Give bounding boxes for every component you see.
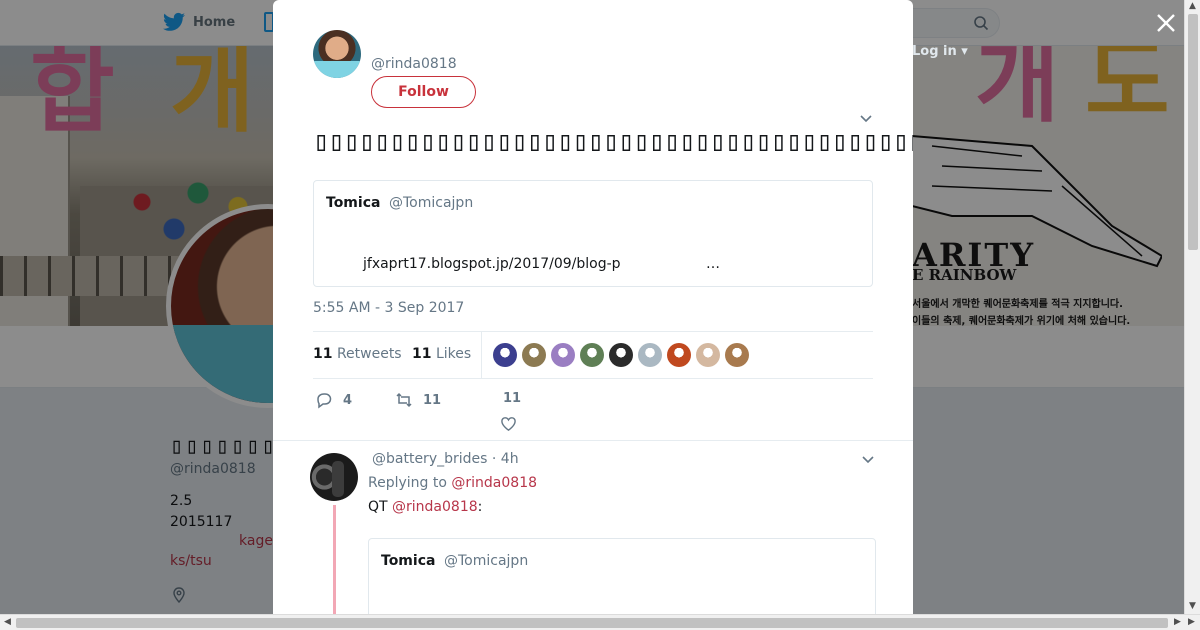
replying-to-label: Replying to (368, 475, 447, 491)
quoted-tweet[interactable]: Tomica @Tomicajpn jfxaprt17.blogspot.jp/… (313, 180, 873, 287)
reply-button[interactable]: 4 (315, 391, 352, 409)
quoted-tweet-ellipsis: … (706, 256, 720, 272)
horizontal-scroll-thumb[interactable] (16, 618, 1168, 628)
liker-avatar[interactable] (551, 343, 575, 367)
quoted-tweet-url[interactable]: jfxaprt17.blogspot.jp/2017/09/blog-p (363, 256, 621, 272)
liker-avatar[interactable] (725, 343, 749, 367)
tweet-timestamp[interactable]: 5:55 AM - 3 Sep 2017 (313, 300, 464, 316)
reply-time[interactable]: · 4h (492, 451, 519, 467)
scroll-left-arrow[interactable]: ◀ (4, 618, 11, 627)
chevron-down-icon[interactable] (861, 455, 875, 465)
scroll-right-arrow[interactable]: ▶ (1174, 618, 1181, 627)
tweet-author-handle[interactable]: @rinda0818 (371, 56, 457, 72)
retweets-label: Retweets (336, 346, 402, 362)
vertical-scrollbar[interactable]: ▲ ▼ (1184, 0, 1200, 614)
retweets-stat[interactable]: 11 Retweets (313, 346, 402, 362)
reply-author-handle[interactable]: @battery_brides (372, 451, 487, 467)
retweet-icon (396, 392, 412, 408)
liker-avatars (493, 343, 749, 367)
close-icon[interactable] (1155, 12, 1177, 34)
conversation-divider (273, 440, 913, 441)
reply-quoted-tweet[interactable]: Tomica @Tomicajpn (368, 538, 876, 614)
stats-divider (481, 332, 482, 378)
reply-count: 4 (343, 392, 353, 408)
reply-mention[interactable]: @rinda0818 (392, 499, 478, 515)
vertical-scroll-thumb[interactable] (1188, 14, 1198, 250)
reply-icon (317, 393, 332, 409)
scroll-down-arrow[interactable]: ▼ (1189, 602, 1196, 611)
tweet-actions: 4 11 11 (313, 390, 873, 432)
quoted-tweet-handle: @Tomicajpn (389, 195, 474, 211)
chevron-down-icon[interactable] (859, 114, 873, 124)
reply-text-suffix: : (477, 499, 483, 515)
tweet-text: ▯▯▯▯▯▯▯▯▯▯▯▯▯▯▯▯▯▯▯▯▯▯▯▯▯▯▯▯▯▯▯▯▯▯▯▯▯▯▯▯… (313, 126, 913, 157)
reply-text-prefix: QT (368, 499, 388, 515)
reply-quoted-handle: @Tomicajpn (444, 553, 529, 569)
retweet-count: 11 (423, 392, 442, 408)
reply-header: @battery_brides · 4h (372, 451, 519, 467)
tweet-modal: @rinda0818 Follow ▯▯▯▯▯▯▯▯▯▯▯▯▯▯▯▯▯▯▯▯▯▯… (273, 0, 913, 614)
likes-label: Likes (435, 346, 472, 362)
login-label: Log in (912, 44, 957, 59)
heart-icon[interactable] (500, 415, 517, 432)
liker-avatar[interactable] (696, 343, 720, 367)
scroll-right-arrow[interactable]: ▶ (1188, 618, 1195, 627)
replying-to: Replying to @rinda0818 (368, 475, 537, 491)
retweet-button[interactable]: 11 (395, 391, 441, 409)
reply-text: QT @rinda0818: (368, 499, 482, 515)
quoted-tweet-name: Tomica (326, 195, 381, 211)
reply-author-avatar[interactable] (310, 453, 358, 501)
tweet-stats: 11 Retweets 11 Likes (313, 331, 873, 379)
like-count-button[interactable]: 11 (503, 391, 521, 406)
reply-quoted-name: Tomica (381, 553, 436, 569)
tweet-author-avatar[interactable] (313, 30, 361, 78)
follow-button[interactable]: Follow (371, 76, 476, 108)
liker-avatar[interactable] (638, 343, 662, 367)
replying-to-mention[interactable]: @rinda0818 (451, 475, 537, 491)
thread-line (333, 505, 336, 614)
retweets-count: 11 (313, 346, 333, 362)
likes-count: 11 (412, 346, 432, 362)
liker-avatar[interactable] (609, 343, 633, 367)
liker-avatar[interactable] (667, 343, 691, 367)
likes-stat[interactable]: 11 Likes (412, 346, 471, 362)
horizontal-scrollbar[interactable]: ◀ ▶ ▶ (0, 614, 1200, 630)
scroll-up-arrow[interactable]: ▲ (1189, 2, 1196, 11)
login-link[interactable]: Log in ▾ (912, 44, 968, 59)
like-count: 11 (503, 391, 522, 406)
liker-avatar[interactable] (580, 343, 604, 367)
liker-avatar[interactable] (522, 343, 546, 367)
liker-avatar[interactable] (493, 343, 517, 367)
